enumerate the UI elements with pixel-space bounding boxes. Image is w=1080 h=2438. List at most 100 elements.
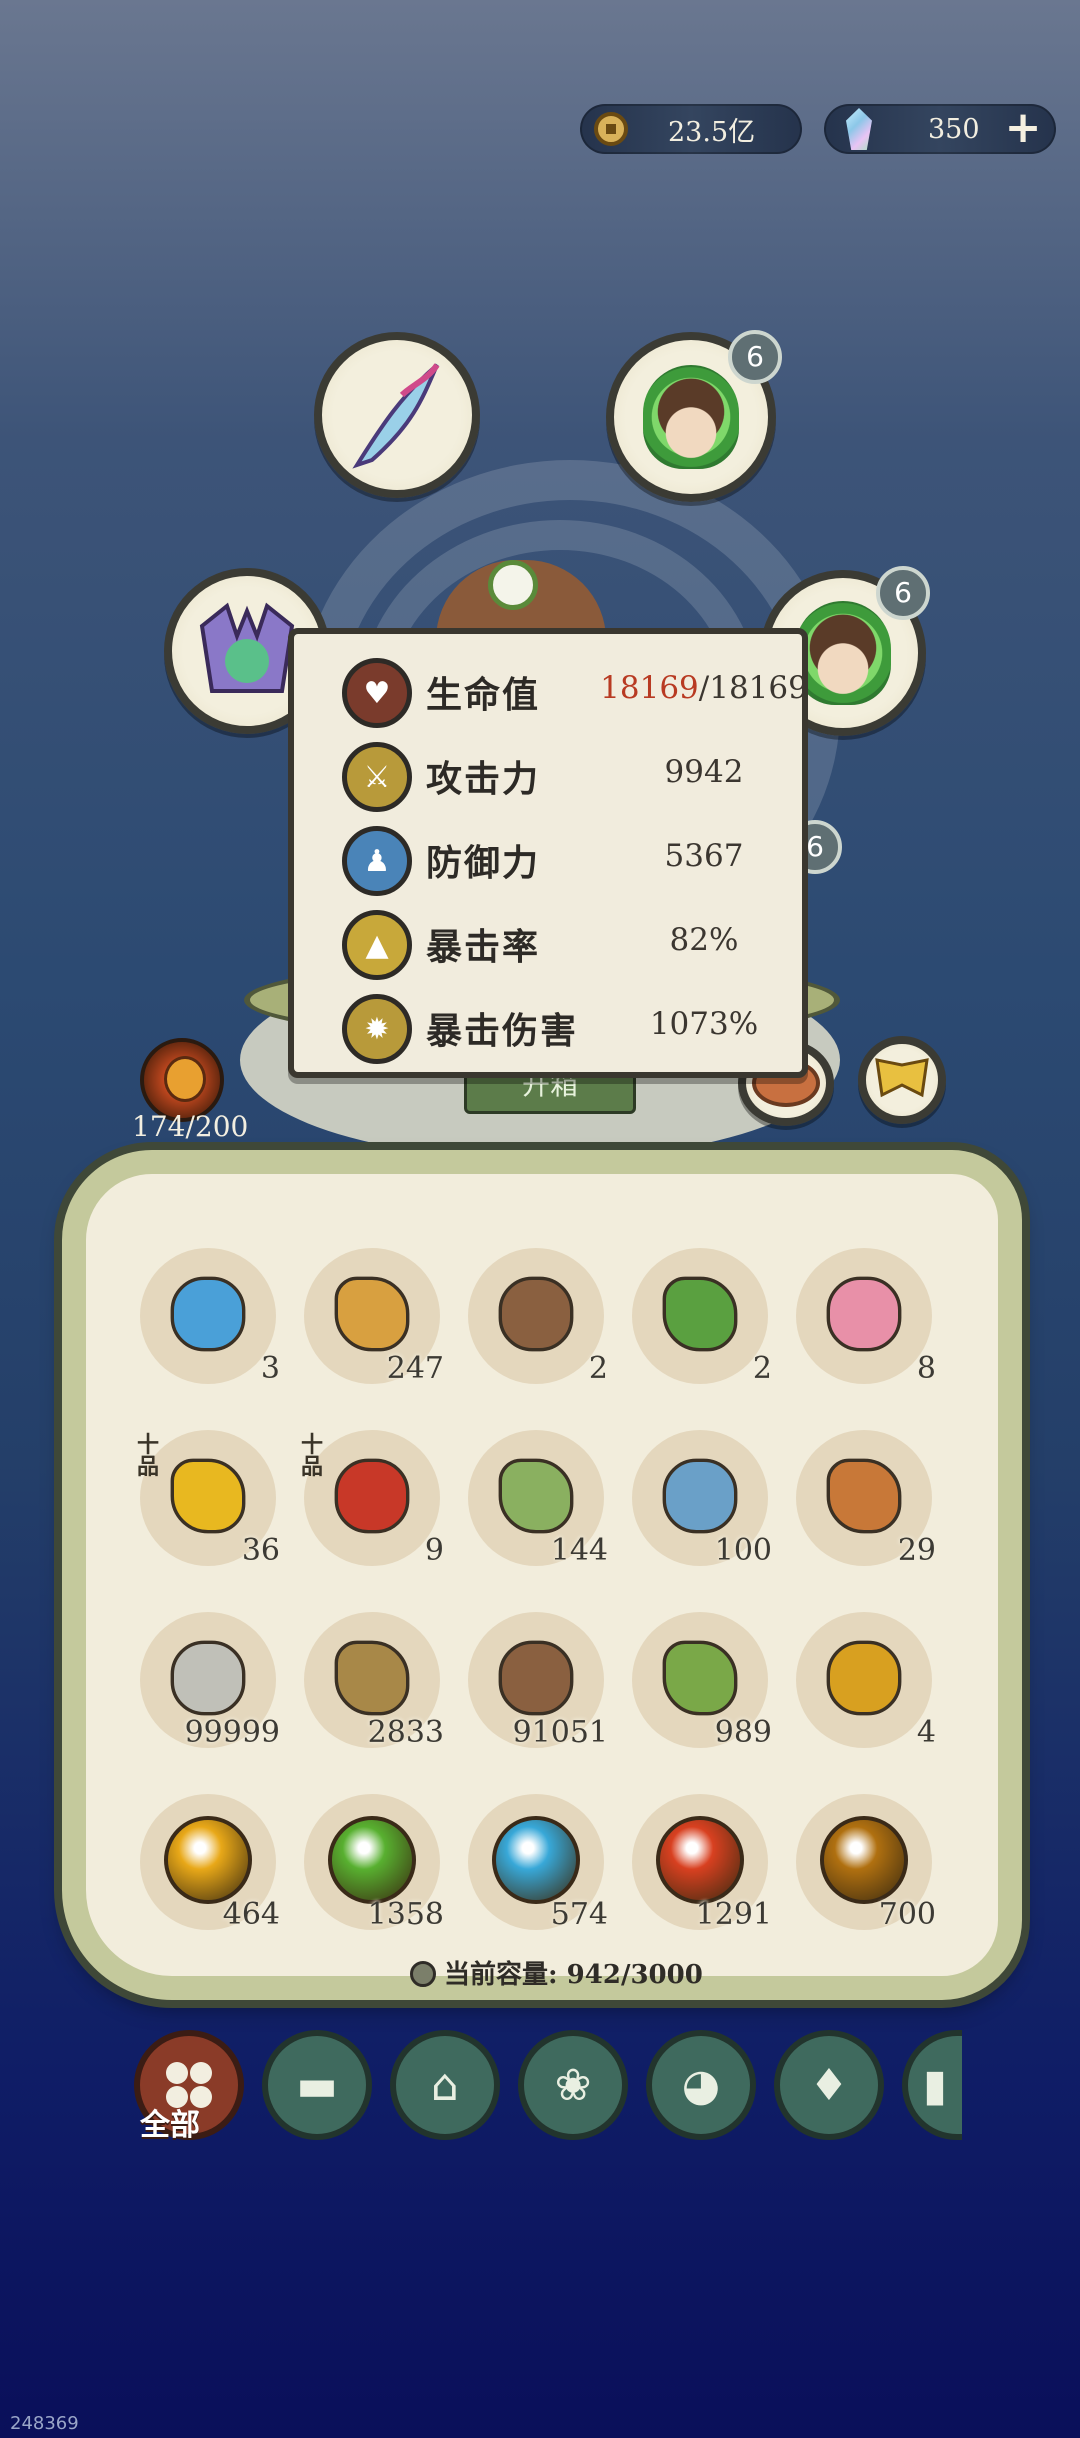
log-icon bbox=[498, 1640, 574, 1716]
feather-blade-icon bbox=[352, 363, 440, 469]
stat-row-crit-damage: ✹ 暴击伤害 1073% bbox=[294, 988, 802, 1068]
inventory-slot[interactable]: 247 bbox=[304, 1248, 444, 1386]
inventory-slot[interactable]: 十品 36 bbox=[137, 1430, 280, 1568]
inventory-slot[interactable]: 2833 bbox=[304, 1612, 444, 1750]
inventory-slot[interactable]: 1291 bbox=[632, 1794, 772, 1932]
stat-label: 暴击伤害 bbox=[426, 1010, 579, 1052]
gem-amount: 350 bbox=[928, 113, 980, 145]
treasure-chest-icon bbox=[170, 1276, 246, 1352]
inventory-slot[interactable]: 3 bbox=[140, 1248, 280, 1386]
item-count: 2833 bbox=[367, 1715, 444, 1750]
stat-row-attack: ⚔ 攻击力 9942 bbox=[294, 736, 802, 816]
heart-icon: ♥ bbox=[342, 658, 412, 728]
inventory-slot[interactable]: 989 bbox=[632, 1612, 772, 1750]
item-count: 1291 bbox=[695, 1897, 772, 1932]
stat-label: 生命值 bbox=[426, 674, 541, 716]
item-count: 464 bbox=[222, 1897, 280, 1932]
item-count: 989 bbox=[714, 1715, 772, 1750]
stat-value: 18169/18169 bbox=[594, 670, 814, 706]
flame-icon: ▲ bbox=[342, 910, 412, 980]
gem-counter[interactable]: 350 + bbox=[824, 104, 1056, 154]
item-count: 574 bbox=[550, 1897, 608, 1932]
capacity-display: 当前容量: 942/3000 bbox=[410, 1954, 703, 1991]
tab-wood[interactable]: ▬ bbox=[262, 2030, 372, 2140]
item-count: 99999 bbox=[184, 1715, 280, 1750]
stone-icon bbox=[170, 1640, 246, 1716]
stats-panel: ♥ 生命值 18169/18169 ⚔ 攻击力 9942 ♟ 防御力 5367 … bbox=[288, 628, 808, 1078]
inventory-slot[interactable]: 144 bbox=[468, 1430, 608, 1568]
token-icon bbox=[826, 1458, 902, 1534]
hero-level-badge: 6 bbox=[728, 330, 782, 384]
green-pouch-icon bbox=[498, 1458, 574, 1534]
stat-value: 1073% bbox=[649, 1006, 759, 1042]
capacity-value: 942/3000 bbox=[566, 1960, 703, 1990]
copper-coin-icon bbox=[594, 112, 628, 146]
fire-orb-icon bbox=[656, 1816, 744, 1904]
blue-pouch-icon bbox=[662, 1458, 738, 1534]
bamboo-icon bbox=[662, 1640, 738, 1716]
stat-row-crit-rate: ▲ 暴击率 82% bbox=[294, 904, 802, 984]
hero-level-badge: 6 bbox=[876, 566, 930, 620]
stat-label: 暴击率 bbox=[426, 926, 541, 968]
inventory-slot[interactable]: 100 bbox=[632, 1430, 772, 1568]
tab-scroll[interactable]: ▮ bbox=[902, 2030, 962, 2140]
red-berries-icon bbox=[334, 1458, 410, 1534]
scroll-icon bbox=[334, 1276, 410, 1352]
hero-portrait-icon bbox=[643, 365, 739, 469]
item-count: 1358 bbox=[367, 1897, 444, 1932]
lotus-icon bbox=[826, 1276, 902, 1352]
inventory-slot[interactable]: 574 bbox=[468, 1794, 608, 1932]
bowl-icon: ◕ bbox=[681, 2059, 721, 2111]
scroll-icon: ▮ bbox=[922, 2059, 948, 2111]
coin-counter[interactable]: 23.5亿 bbox=[580, 104, 802, 154]
beast-icon bbox=[199, 602, 295, 693]
item-count: 9 bbox=[424, 1533, 444, 1568]
inventory-slot[interactable]: 464 bbox=[140, 1794, 280, 1932]
grade-tag: 十品 bbox=[136, 1432, 159, 1480]
person-icon: ♟ bbox=[342, 826, 412, 896]
herb-icon: ❀ bbox=[554, 2059, 592, 2111]
log-icon: ▬ bbox=[296, 2059, 338, 2111]
moth-icon bbox=[875, 1058, 929, 1098]
coin-amount: 23.5亿 bbox=[668, 116, 756, 148]
monkey-icon bbox=[164, 1056, 206, 1102]
inventory-slot[interactable]: 十品 9 bbox=[301, 1430, 444, 1568]
bronze-orb-icon bbox=[820, 1816, 908, 1904]
grass-icon bbox=[334, 1640, 410, 1716]
item-count: 100 bbox=[714, 1533, 772, 1568]
grade-tag: 十品 bbox=[300, 1432, 323, 1480]
item-count: 4 bbox=[916, 1715, 936, 1750]
item-count: 2 bbox=[752, 1351, 772, 1386]
stat-row-defense: ♟ 防御力 5367 bbox=[294, 820, 802, 900]
stat-value: 9942 bbox=[664, 754, 744, 790]
inventory-slot[interactable]: 99999 bbox=[140, 1612, 280, 1750]
hp-max: /18169 bbox=[698, 670, 808, 706]
house-icon: ⌂ bbox=[431, 2059, 459, 2111]
equipment-slot-weapon[interactable] bbox=[314, 332, 480, 498]
capacity-label: 当前容量: bbox=[444, 1960, 558, 1990]
add-gems-button[interactable]: + bbox=[1004, 106, 1042, 150]
capacity-icon bbox=[410, 1961, 436, 1987]
inventory-slot[interactable]: 2 bbox=[632, 1248, 772, 1386]
inventory-slot[interactable]: 91051 bbox=[468, 1612, 608, 1750]
inventory-slot[interactable]: 2 bbox=[468, 1248, 608, 1386]
build-id: 248369 bbox=[10, 2413, 79, 2434]
inventory-slot[interactable]: 8 bbox=[796, 1248, 936, 1386]
tab-map[interactable]: ♦ bbox=[774, 2030, 884, 2140]
tab-building[interactable]: ⌂ bbox=[390, 2030, 500, 2140]
tab-herb[interactable]: ❀ bbox=[518, 2030, 628, 2140]
inventory-slot[interactable]: 700 bbox=[796, 1794, 936, 1932]
item-count: 3 bbox=[260, 1351, 280, 1386]
moth-slot[interactable] bbox=[858, 1036, 946, 1124]
stat-value: 5367 bbox=[664, 838, 744, 874]
tab-food[interactable]: ◕ bbox=[646, 2030, 756, 2140]
inventory-slot[interactable]: 4 bbox=[796, 1612, 936, 1750]
burst-icon: ✹ bbox=[342, 994, 412, 1064]
energy-value: 174/200 bbox=[132, 1110, 249, 1143]
item-count: 144 bbox=[550, 1533, 608, 1568]
stat-row-hp: ♥ 生命值 18169/18169 bbox=[294, 652, 808, 732]
sword-icon: ⚔ bbox=[342, 742, 412, 812]
inventory-slot[interactable]: 1358 bbox=[304, 1794, 444, 1932]
gold-orb-icon bbox=[164, 1816, 252, 1904]
inventory-slot[interactable]: 29 bbox=[796, 1430, 936, 1568]
